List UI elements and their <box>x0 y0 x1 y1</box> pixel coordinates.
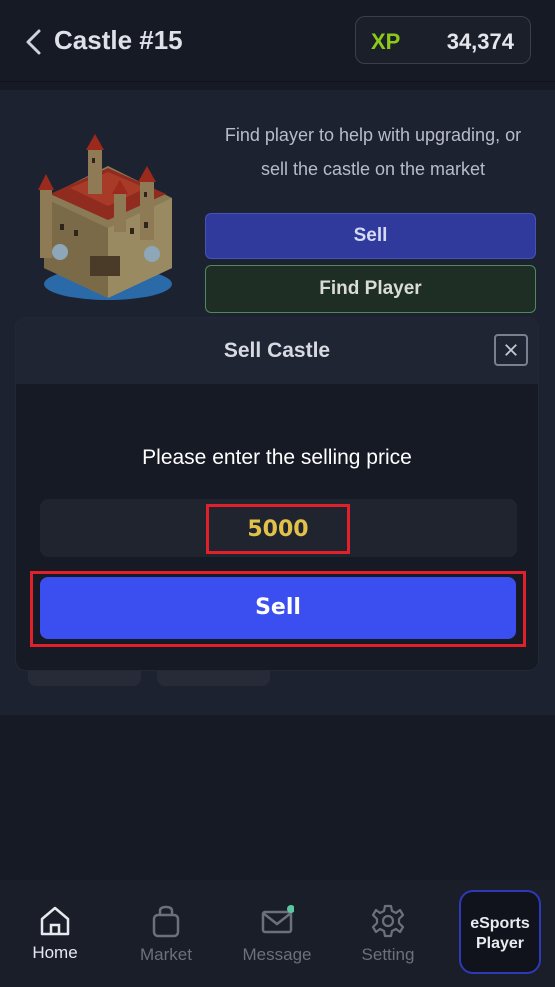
price-input[interactable] <box>206 504 350 554</box>
esports-player-button[interactable]: eSports Player <box>459 890 541 974</box>
tab-market-label: Market <box>140 945 192 964</box>
tab-home[interactable]: Home <box>5 880 105 987</box>
page-title: Castle #15 <box>54 25 183 55</box>
close-icon[interactable] <box>494 334 528 366</box>
shopping-bag-icon <box>152 905 180 938</box>
esports-label-line-2: Player <box>475 935 525 952</box>
tab-market[interactable]: Market <box>116 880 216 987</box>
home-icon <box>40 906 70 936</box>
castle-image <box>38 134 172 300</box>
tab-message[interactable]: Message <box>227 880 327 987</box>
back-chevron-icon[interactable] <box>22 27 46 57</box>
tab-home-label: Home <box>32 943 78 962</box>
modal-header: Sell Castle <box>16 318 538 384</box>
modal-title: Sell Castle <box>223 339 331 362</box>
top-bar: Castle #15 XP 34,374 <box>0 0 555 82</box>
find-player-button[interactable]: Find Player <box>205 265 536 313</box>
xp-value: 34,374 <box>446 29 514 54</box>
tab-message-label: Message <box>242 945 312 964</box>
price-prompt: Please enter the selling price <box>142 446 412 469</box>
esports-label-line-1: eSports <box>470 915 530 932</box>
tab-setting-label: Setting <box>361 945 415 964</box>
xp-badge: XP 34,374 <box>355 16 531 64</box>
sell-castle-modal: Sell Castle Please enter the selling pri… <box>16 318 538 670</box>
tab-setting[interactable]: Setting <box>338 880 438 987</box>
description-line-2: sell the castle on the market <box>260 159 486 179</box>
price-field-container <box>40 499 517 557</box>
sell-castle-button[interactable]: Sell <box>205 213 536 259</box>
description-line-1: Find player to help with upgrading, or <box>224 125 522 145</box>
castle-description: Find player to help with upgrading, or s… <box>200 118 546 186</box>
gear-icon <box>371 904 405 938</box>
envelope-icon <box>261 905 294 934</box>
xp-label: XP <box>371 29 401 54</box>
confirm-sell-button[interactable]: Sell <box>40 577 516 639</box>
